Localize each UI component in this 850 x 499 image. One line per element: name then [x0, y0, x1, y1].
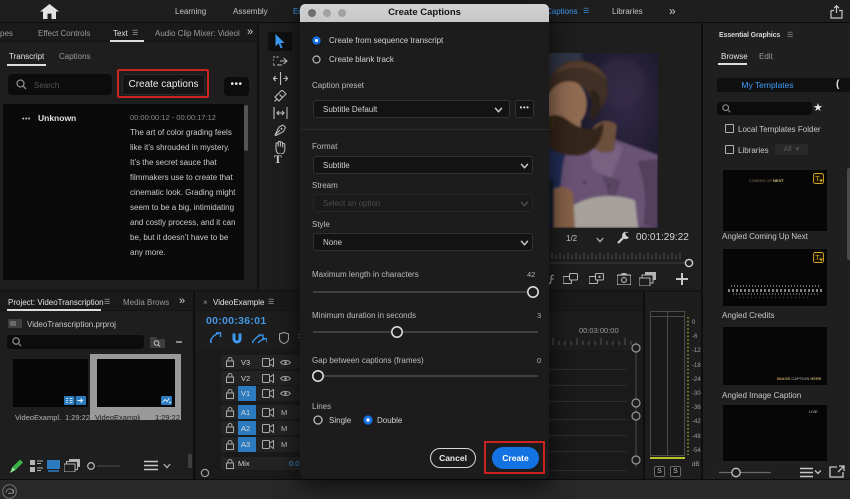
- svg-text:T: T: [815, 255, 820, 262]
- svg-text:T: T: [815, 176, 820, 183]
